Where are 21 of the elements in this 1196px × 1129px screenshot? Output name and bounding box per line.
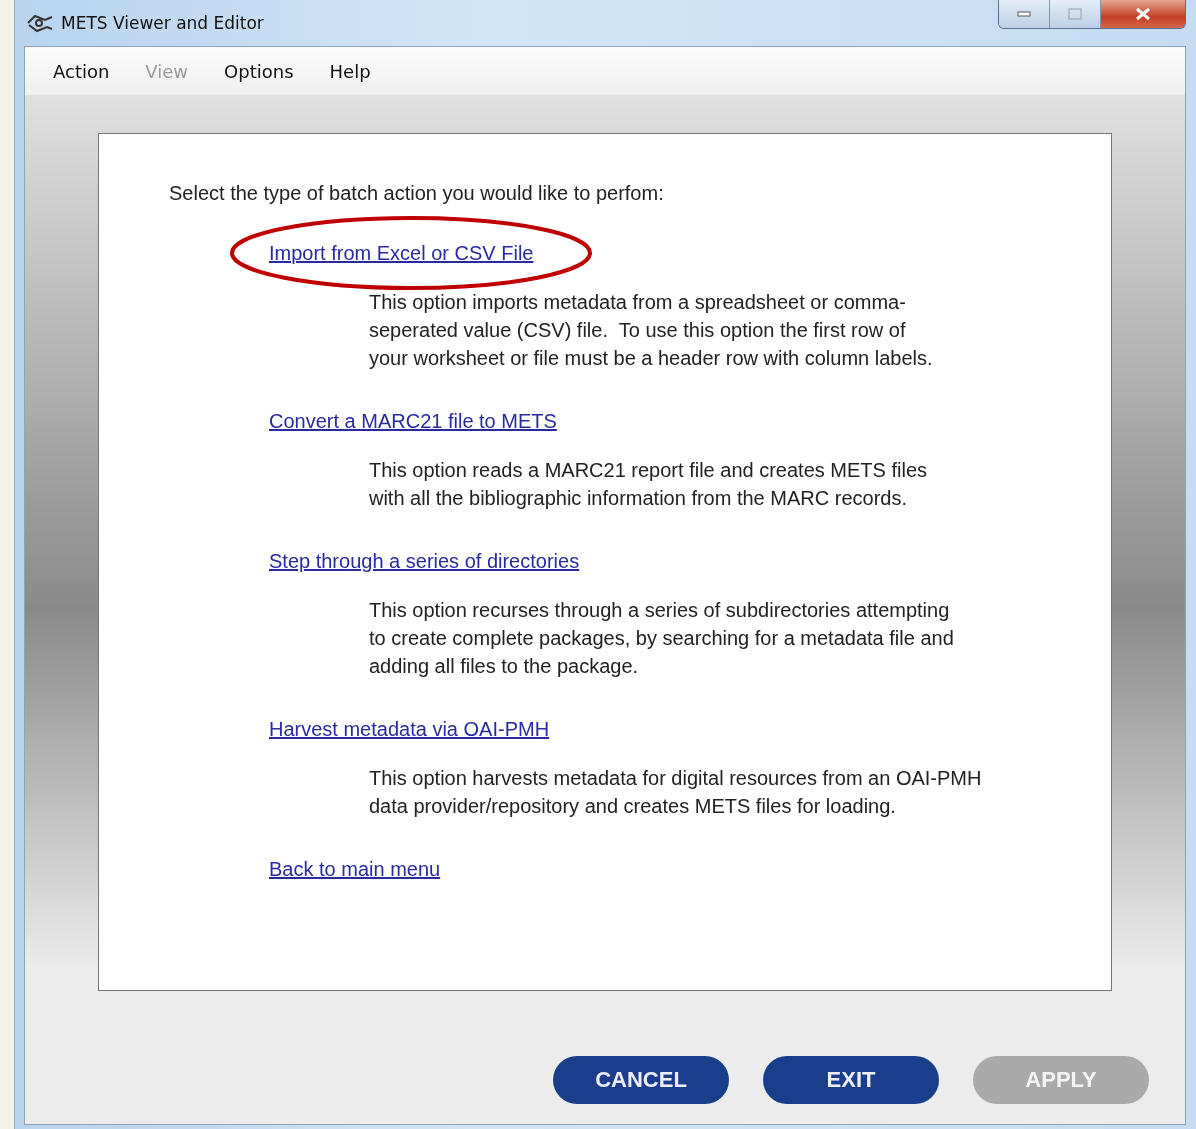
- menu-item[interactable]: Options: [224, 60, 294, 82]
- menu-item[interactable]: Action: [53, 60, 110, 82]
- close-icon: [1135, 7, 1151, 21]
- option-link[interactable]: Step through a series of directories: [269, 550, 580, 572]
- option-description: This option recurses through a series of subdirectories attempting to create complete packages, by searching for a metadata file and adding all files to the package.: [369, 598, 955, 679]
- action-button[interactable]: EXIT: [763, 1056, 939, 1104]
- prompt-text: Select the type of batch action you would like to perfom:: [169, 181, 665, 206]
- option-description: This option harvests metadata for digital resources from an OAI-PMH data provider/repository and creates METS files for loading.: [369, 766, 983, 819]
- maximize-button[interactable]: [1050, 0, 1101, 28]
- minimize-icon: [1017, 11, 1031, 17]
- menu-item[interactable]: Help: [329, 60, 371, 82]
- option-link[interactable]: Back to main menu: [269, 858, 441, 880]
- close-button[interactable]: [1101, 0, 1185, 28]
- action-button[interactable]: CANCEL: [553, 1056, 729, 1104]
- option-description: This option reads a MARC21 report file and creates METS files with all the bibliographic information from the MARC records.: [369, 458, 928, 511]
- option-description: This option imports metadata from a spreadsheet or comma- seperated value (CSV) file. To use this option the first row of your worksheet or file must be a header row with column labels.: [369, 290, 934, 371]
- maximize-icon: [1068, 8, 1082, 20]
- minimize-button[interactable]: [999, 0, 1050, 28]
- option-link[interactable]: Harvest metadata via OAI-PMH: [269, 718, 550, 740]
- window-title: METS Viewer and Editor: [61, 13, 264, 33]
- option-link[interactable]: Convert a MARC21 file to METS: [269, 410, 557, 432]
